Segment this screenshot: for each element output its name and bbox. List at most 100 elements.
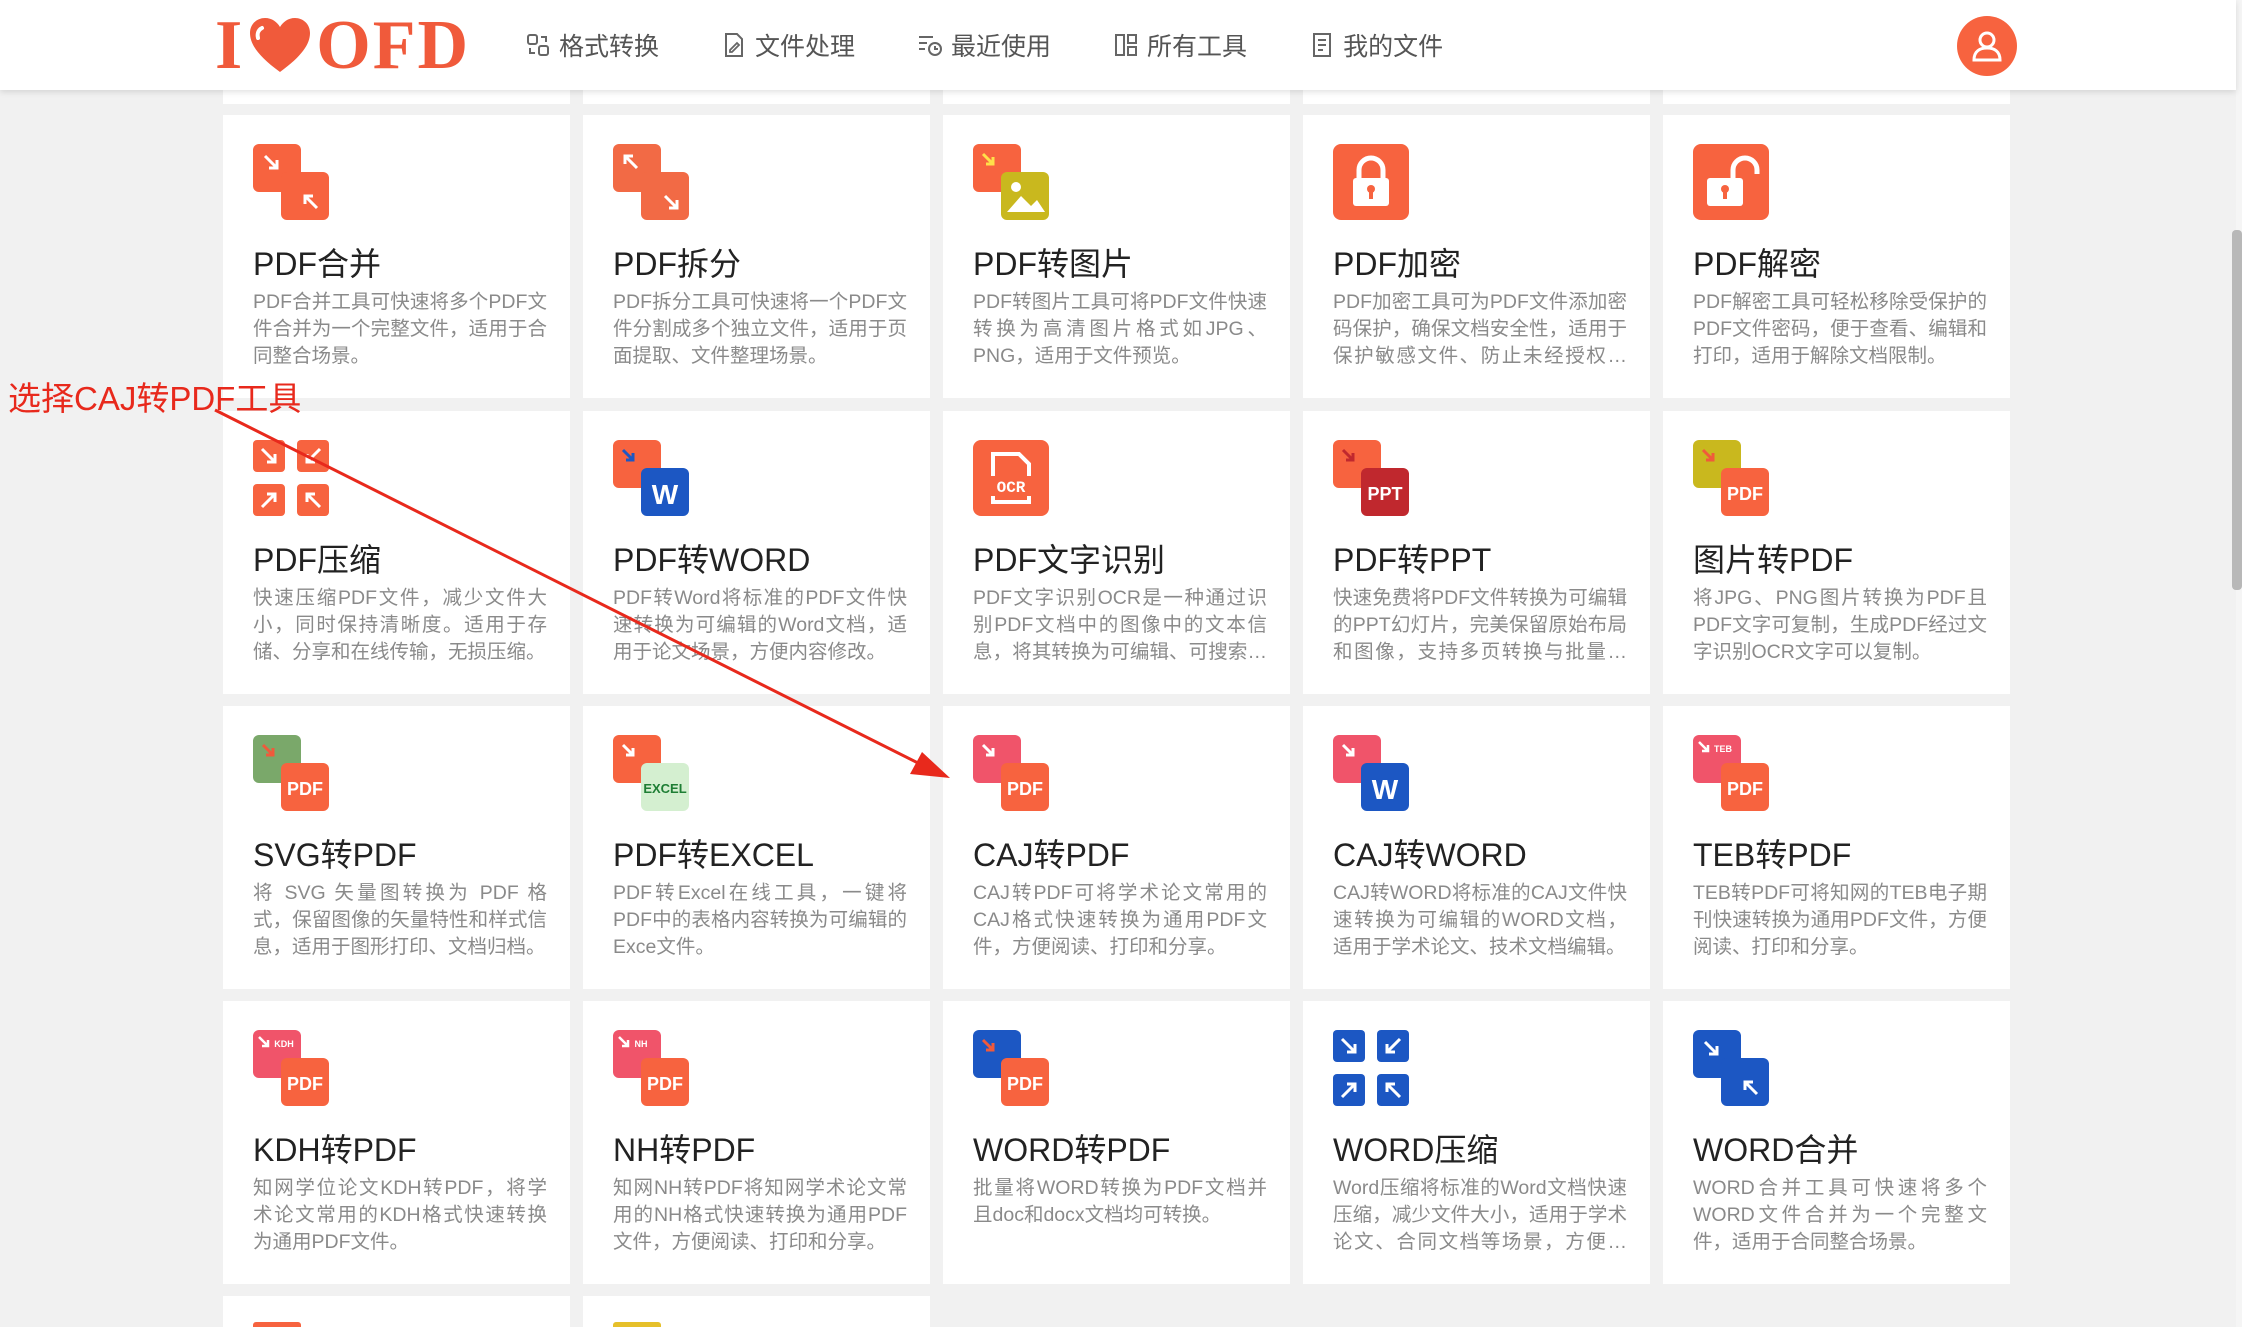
tool-card-word-compress[interactable]: WORD压缩 Word压缩将标准的Word文档快速压缩，减少文件大小，适用于学术… [1303, 1001, 1650, 1284]
tool-desc: PDF合并工具可快速将多个PDF文件合并为一个完整文件，适用于合同整合场景。 [253, 291, 547, 367]
svg-text:EXCEL: EXCEL [643, 781, 686, 796]
tool-card-caj-to-word[interactable]: W CAJ转WORD CAJ转WORD将标准的CAJ文件快速转换为可编辑的WOR… [1303, 706, 1650, 989]
tool-desc: 知网NH转PDF将知网学术论文常用的NH格式快速转换为通用PDF文件，方便阅读、… [613, 1177, 907, 1253]
tool-title: PDF压缩 [253, 542, 382, 578]
tool-card-image-to-pdf[interactable]: PDF 图片转PDF 将JPG、PNG图片转换为PDF且PDF文字可复制，生成P… [1663, 411, 2010, 694]
svg-text:W: W [1372, 774, 1399, 805]
tool-desc: PDF拆分工具可快速将一个PDF文件分割成多个独立文件，适用于页面提取、文件整理… [613, 291, 907, 367]
tool-title: PDF转WORD [613, 542, 811, 578]
tool-desc: CAJ转PDF可将学术论文常用的CAJ格式快速转换为通用PDF文件，方便阅读、打… [973, 882, 1267, 958]
ocr-icon: OCR [973, 440, 1049, 516]
top-header: I OFD 格式转换 文件处理 最近使用 所有工具 我的文件 [0, 0, 2236, 90]
tool-desc: 快速压缩PDF文件，减少文件大小，同时保持清晰度。适用于存储、分享和在线传输，无… [253, 587, 547, 663]
tool-card-partial[interactable] [223, 1296, 570, 1327]
tool-card-word-to-pdf[interactable]: PDF WORD转PDF 批量将WORD转换为PDF文档并且doc和docx文档… [943, 1001, 1290, 1284]
tool-card-caj-to-pdf[interactable]: PDF CAJ转PDF CAJ转PDF可将学术论文常用的CAJ格式快速转换为通用… [943, 706, 1290, 989]
nav-item-file-processing[interactable]: 文件处理 [721, 20, 883, 70]
convert-icon [527, 34, 549, 56]
tool-card-pdf-split[interactable]: PDF拆分 PDF拆分工具可快速将一个PDF文件分割成多个独立文件，适用于页面提… [583, 115, 930, 398]
svg-text:PDF: PDF [1727, 779, 1763, 799]
word-compress-icon [1333, 1030, 1409, 1106]
partial-card [1303, 90, 1650, 104]
annotation-label: 选择CAJ转PDF工具 [8, 380, 302, 417]
tool-desc: PDF转Word将标准的PDF文件快速转换为可编辑的Word文档，适用于论文场景… [613, 587, 907, 663]
svg-text:KDH: KDH [274, 1039, 294, 1049]
caj-to-word-icon: W [1333, 735, 1409, 811]
file-edit-icon [725, 33, 744, 57]
tool-card-word-merge[interactable]: WORD合并 WORD合并工具可快速将多个WORD文件合并为一个完整文件，适用于… [1663, 1001, 2010, 1284]
caj-to-pdf-icon: PDF [973, 735, 1049, 811]
logo-text-i: I [215, 7, 245, 84]
svg-text:W: W [652, 479, 679, 510]
tool-title: WORD压缩 [1333, 1132, 1499, 1168]
word-to-pdf-icon: PDF [973, 1030, 1049, 1106]
word-merge-icon [1693, 1030, 1769, 1106]
tool-title: TEB转PDF [1693, 837, 1852, 873]
tool-card-pdf-compress[interactable]: PDF压缩 快速压缩PDF文件，减少文件大小，同时保持清晰度。适用于存储、分享和… [223, 411, 570, 694]
user-avatar-button[interactable] [1957, 16, 2017, 76]
nav-item-recent[interactable]: 最近使用 [917, 20, 1079, 70]
tool-desc: PDF加密工具可为PDF文件添加密码保护，确保文档安全性，适用于保护敏感文件、防… [1333, 291, 1627, 367]
tool-desc: 知网学位论文KDH转PDF，将学术论文常用的KDH格式快速转换为通用PDF文件。 [253, 1177, 547, 1253]
tool-title: CAJ转WORD [1333, 837, 1527, 873]
main-nav: 格式转换 文件处理 最近使用 所有工具 我的文件 [525, 20, 1505, 70]
logo-text-ofd: OFD [316, 7, 471, 84]
tool-desc: Word压缩将标准的Word文档快速压缩，减少文件大小，适用于学术论文、合同文档… [1333, 1177, 1627, 1253]
tool-card-pdf-to-ppt[interactable]: PPT PDF转PPT 快速免费将PDF文件转换为可编辑的PPT幻灯片，完美保留… [1303, 411, 1650, 694]
merge-icon [253, 144, 329, 220]
partial-card [943, 90, 1290, 104]
partial-card [1663, 90, 2010, 104]
tool-desc: 批量将WORD转换为PDF文档并且doc和docx文档均可转换。 [973, 1177, 1267, 1226]
tool-desc: PDF解密工具可轻松移除受保护的PDF文件密码，便于查看、编辑和打印，适用于解除… [1693, 291, 1987, 367]
nav-item-format-convert[interactable]: 格式转换 [525, 20, 687, 70]
tool-title: WORD合并 [1693, 1132, 1859, 1168]
tool-title: SVG转PDF [253, 837, 417, 873]
tool-card-partial[interactable] [583, 1296, 930, 1327]
tool-card-pdf-to-excel[interactable]: EXCEL PDF转EXCEL PDF转Excel在线工具，一键将PDF中的表格… [583, 706, 930, 989]
nav-item-all-tools[interactable]: 所有工具 [1113, 20, 1275, 70]
tool-title: PDF转PPT [1333, 542, 1492, 578]
partial-card [223, 90, 570, 104]
tool-title: WORD转PDF [973, 1132, 1171, 1168]
tool-card-kdh-to-pdf[interactable]: KDH PDF KDH转PDF 知网学位论文KDH转PDF，将学术论文常用的KD… [223, 1001, 570, 1284]
nh-to-pdf-icon: NH PDF [613, 1030, 689, 1106]
tool-desc: CAJ转WORD将标准的CAJ文件快速转换为可编辑的WORD文档，适用于学术论文… [1333, 882, 1627, 958]
tool-card-pdf-decrypt[interactable]: PDF解密 PDF解密工具可轻松移除受保护的PDF文件密码，便于查看、编辑和打印… [1663, 115, 2010, 398]
pdf-to-excel-icon: EXCEL [613, 735, 689, 811]
scrollbar-thumb[interactable] [2232, 230, 2242, 590]
logo[interactable]: I OFD [215, 6, 470, 86]
tool-card-pdf-ocr[interactable]: OCR PDF文字识别 PDF文字识别OCR是一种通过识别PDF文档中的图像中的… [943, 411, 1290, 694]
tool-card-pdf-merge[interactable]: PDF合并 PDF合并工具可快速将多个PDF文件合并为一个完整文件，适用于合同整… [223, 115, 570, 398]
tool-card-pdf-to-image[interactable]: PDF转图片 PDF转图片工具可将PDF文件快速转换为高清图片格式如JPG、PN… [943, 115, 1290, 398]
lock-icon [1333, 144, 1409, 220]
svg-text:PDF: PDF [287, 779, 323, 799]
tool-title: KDH转PDF [253, 1132, 417, 1168]
tool-card-nh-to-pdf[interactable]: NH PDF NH转PDF 知网NH转PDF将知网学术论文常用的NH格式快速转换… [583, 1001, 930, 1284]
partial-card [583, 90, 930, 104]
pdf-to-word-icon: W [613, 440, 689, 516]
tool-title: PDF解密 [1693, 246, 1822, 282]
image-to-pdf-icon: PDF [1693, 440, 1769, 516]
user-icon [1972, 31, 2002, 62]
svg-text:PDF: PDF [287, 1074, 323, 1094]
tool-card-svg-to-pdf[interactable]: PDF SVG转PDF 将 SVG 矢量图转换为 PDF 格式，保留图像的矢量特… [223, 706, 570, 989]
tool-title: PDF拆分 [613, 246, 742, 282]
tool-desc: PDF转图片工具可将PDF文件快速转换为高清图片格式如JPG、PNG，适用于文件… [973, 291, 1267, 367]
svg-text:PDF: PDF [1007, 1074, 1043, 1094]
tool-desc: PDF文字识别OCR是一种通过识别PDF文档中的图像中的文本信息，将其转换为可编… [973, 587, 1267, 663]
tool-title: PDF加密 [1333, 246, 1462, 282]
svg-text:PDF: PDF [647, 1074, 683, 1094]
tool-title: PDF合并 [253, 246, 382, 282]
svg-text:PDF: PDF [1727, 484, 1763, 504]
scrollbar-track[interactable] [2236, 0, 2242, 1327]
pdf-to-image-icon [973, 144, 1049, 220]
my-files-icon [1313, 33, 1332, 57]
tool-card-pdf-encrypt[interactable]: PDF加密 PDF加密工具可为PDF文件添加密码保护，确保文档安全性，适用于保护… [1303, 115, 1650, 398]
svg-text:TEB: TEB [1714, 744, 1733, 754]
split-icon [613, 144, 689, 220]
tool-desc: WORD合并工具可快速将多个WORD文件合并为一个完整文件，适用于合同整合场景。 [1693, 1177, 1987, 1253]
nav-item-my-files[interactable]: 我的文件 [1309, 20, 1471, 70]
tool-card-teb-to-pdf[interactable]: TEB PDF TEB转PDF TEB转PDF可将知网的TEB电子期刊快速转换为… [1663, 706, 2010, 989]
tool-card-pdf-to-word[interactable]: W PDF转WORD PDF转Word将标准的PDF文件快速转换为可编辑的Wor… [583, 411, 930, 694]
tool-desc: 将JPG、PNG图片转换为PDF且PDF文字可复制，生成PDF经过文字识别OCR… [1693, 587, 1987, 663]
